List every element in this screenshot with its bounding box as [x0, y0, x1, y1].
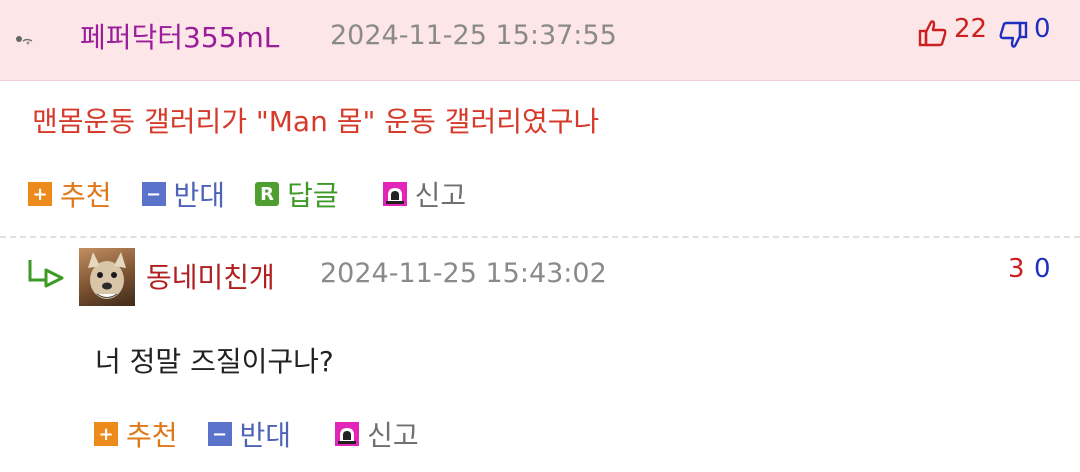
comment-author-nickname[interactable]: 페퍼닥터355mL: [80, 16, 279, 56]
oppose-label: 반대: [239, 419, 292, 452]
reply-button[interactable]: R 답글: [255, 174, 339, 214]
reply-author-nickname[interactable]: 동네미친개: [146, 256, 275, 296]
comment-actions: + 추천 − 반대 R 답글 신고: [28, 174, 466, 214]
thumbs-up-icon[interactable]: [918, 18, 948, 48]
oppose-label: 반대: [173, 179, 226, 212]
comment-divider: [0, 236, 1080, 238]
reply-text: 너 정말 즈질이구나?: [95, 345, 334, 378]
downvote-count: 0: [1034, 14, 1051, 44]
small-level-icon: [16, 36, 33, 45]
report-label: 신고: [414, 179, 467, 212]
reply-oppose-button[interactable]: − 반대: [207, 414, 292, 454]
plus-icon: +: [28, 182, 52, 206]
thumbs-down-icon[interactable]: [998, 20, 1028, 50]
report-button[interactable]: 신고: [382, 174, 467, 214]
minus-icon: −: [207, 422, 232, 446]
reply-recommend-button[interactable]: + 추천: [94, 414, 178, 454]
reply-label: 답글: [287, 179, 339, 212]
oppose-button[interactable]: − 반대: [141, 174, 226, 214]
reply-upvote-count: 3: [1008, 254, 1025, 284]
comment-timestamp: 2024-11-25 15:37:55: [330, 20, 617, 51]
plus-icon: +: [94, 422, 118, 446]
reply-timestamp: 2024-11-25 15:43:02: [320, 258, 607, 289]
report-label: 신고: [367, 419, 419, 452]
reply-arrow-icon: [28, 260, 64, 288]
dog-face-icon: [88, 252, 126, 299]
minus-icon: −: [141, 182, 166, 206]
recommend-label: 추천: [126, 419, 178, 452]
recommend-button[interactable]: + 추천: [28, 174, 112, 214]
avatar[interactable]: [79, 248, 135, 306]
upvote-count: 22: [954, 14, 988, 44]
reply-report-button[interactable]: 신고: [335, 414, 419, 454]
recommend-label: 추천: [60, 179, 112, 212]
comment-header: 페퍼닥터355mL 2024-11-25 15:37:55 22 0: [0, 0, 1080, 81]
reply-downvote-count: 0: [1034, 254, 1051, 284]
siren-icon: [382, 182, 407, 206]
siren-icon: [335, 422, 360, 446]
reply-actions: + 추천 − 반대 신고: [94, 414, 419, 454]
reply-icon: R: [255, 182, 280, 206]
comment-text: 맨몸운동 갤러리가 "Man 몸" 운동 갤러리였구나: [32, 105, 600, 138]
